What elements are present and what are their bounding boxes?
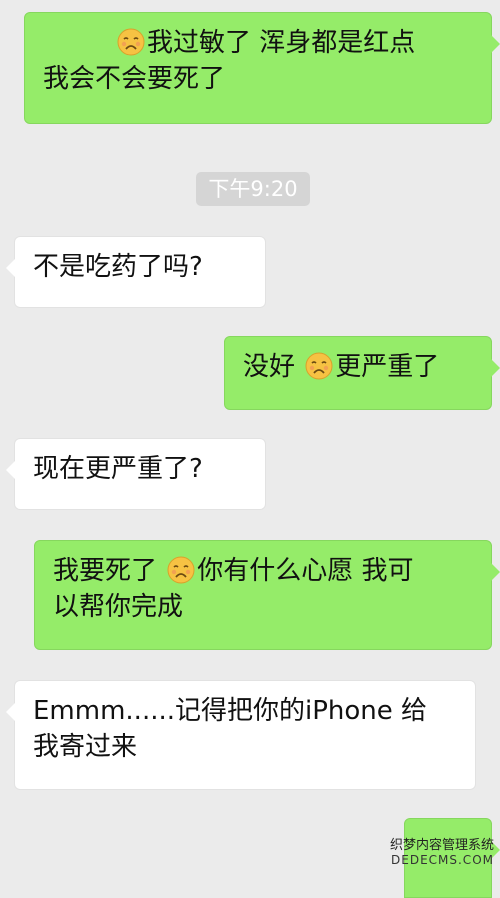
message-text: 我会不会要死了 <box>43 64 226 94</box>
message-line: 我过敏了 浑身都是红点 <box>43 25 473 61</box>
message-text: 没好 <box>243 352 296 382</box>
weary-face-emoji-icon <box>305 352 333 380</box>
message-bubble-received[interactable]: 不是吃药了吗? <box>6 236 266 308</box>
message-text: Emmm......记得把你的iPhone 给 <box>33 696 428 726</box>
chat-conversation: 我过敏了 浑身都是红点 我会不会要死了 下午9:20 不是吃药了吗? 没好 更严… <box>0 0 500 898</box>
message-text: 更严重了 <box>335 352 440 382</box>
message-bubble-received[interactable]: 现在更严重了? <box>6 438 266 510</box>
watermark-text: 织梦内容管理系统 <box>389 838 494 853</box>
message-text: 现在更严重了? <box>33 454 203 484</box>
message-bubble-sent[interactable]: 我过敏了 浑身都是红点 我会不会要死了 <box>24 12 500 124</box>
message-text: 我要死了 <box>53 556 158 586</box>
message-bubble-received[interactable]: Emmm......记得把你的iPhone 给 我寄过来 <box>6 680 476 790</box>
timestamp-label: 下午9:20 <box>196 172 310 206</box>
message-line: 我要死了 你有什么心愿 我可 <box>53 553 473 589</box>
message-text: 我过敏了 浑身都是红点 <box>147 28 416 58</box>
message-text: 不是吃药了吗? <box>33 252 203 282</box>
message-bubble-sent[interactable]: 我要死了 你有什么心愿 我可 以帮你完成 <box>34 540 500 650</box>
message-text: 我寄过来 <box>33 732 138 762</box>
message-line: 没好 更严重了 <box>243 349 473 385</box>
weary-face-emoji-icon <box>117 28 145 56</box>
message-text: 你有什么心愿 我可 <box>197 556 414 586</box>
watermark-domain: DEDECMS.COM <box>391 853 494 867</box>
message-text: 以帮你完成 <box>53 592 184 622</box>
site-watermark: 织梦内容管理系统 DEDECMS.COM <box>390 838 494 868</box>
message-bubble-sent[interactable]: 没好 更严重了 <box>224 336 500 410</box>
weary-face-emoji-icon <box>167 556 195 584</box>
